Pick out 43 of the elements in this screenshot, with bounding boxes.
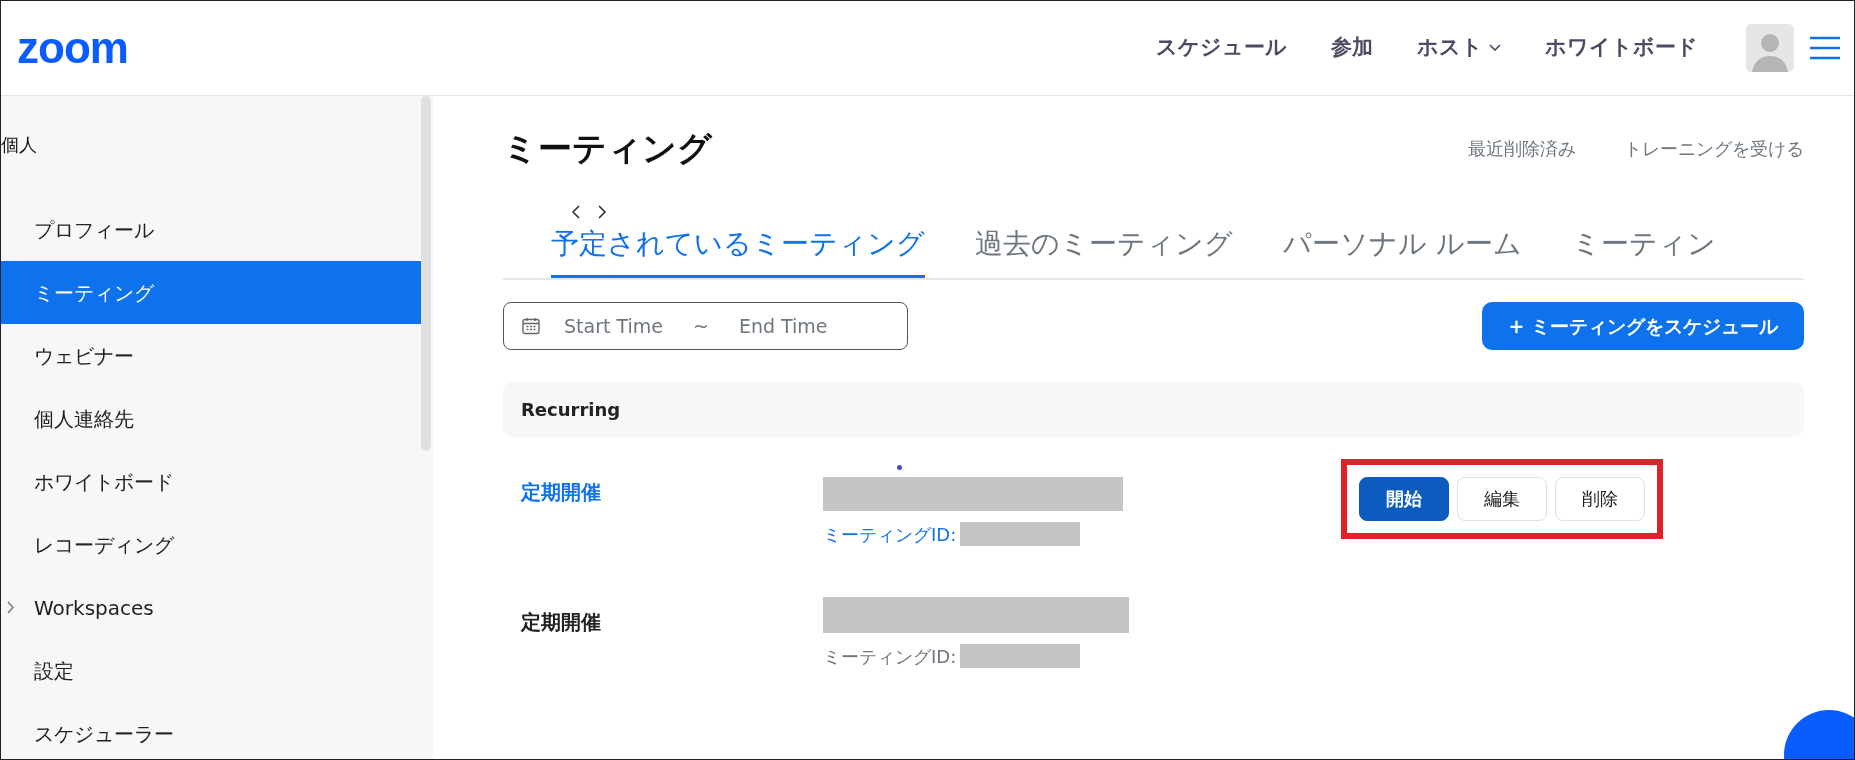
chevron-left-icon[interactable] [571, 204, 581, 219]
meeting-id-label[interactable]: ミーティングID: [823, 520, 957, 548]
section-heading: 個人 [1, 133, 38, 157]
nav-link[interactable]: 参加 [1309, 32, 1395, 64]
sidebar-item[interactable]: 個人連絡先 [1, 387, 421, 450]
action-button[interactable]: 編集 [1457, 476, 1547, 521]
action-button[interactable]: 開始 [1359, 476, 1449, 521]
chevron-right-icon [7, 601, 15, 614]
sidebar-item[interactable]: レコーディング [1, 513, 421, 576]
tab[interactable]: パーソナル ルーム [1283, 222, 1522, 278]
sidebar-item[interactable]: スケジューラー [1, 702, 421, 759]
tab[interactable]: 過去のミーティング [975, 222, 1233, 278]
sidebar-item[interactable]: ウェビナー [1, 324, 421, 387]
header-link[interactable]: 最近削除済み [1468, 134, 1576, 162]
range-separator: ~ [692, 313, 709, 339]
sidebar-item[interactable]: 設定 [1, 639, 421, 702]
action-button[interactable]: 削除 [1555, 476, 1645, 521]
group-header: Recurring [503, 381, 1804, 437]
tab[interactable]: ミーティン [1571, 222, 1716, 278]
nav-link[interactable]: スケジュール [1134, 32, 1309, 64]
chevron-down-icon [1489, 44, 1501, 52]
sidebar-item[interactable]: プロフィール [1, 198, 421, 261]
chevron-right-icon[interactable] [597, 204, 607, 219]
scrollbar[interactable] [421, 96, 431, 451]
nav-link[interactable]: ホワイトボード [1523, 32, 1720, 64]
calendar-icon [522, 316, 540, 335]
start-time-placeholder: Start Time [564, 313, 663, 339]
meeting-id-label: ミーティングID: [823, 644, 957, 669]
header-link[interactable]: トレーニングを受ける [1624, 134, 1804, 162]
meeting-title[interactable]: 定期開催 [503, 588, 823, 637]
dot-marker [897, 464, 902, 470]
sidebar-item[interactable]: ミーティング [1, 261, 421, 324]
nav-link[interactable]: ホスト [1395, 32, 1523, 64]
tab[interactable]: 予定されているミーティング [551, 222, 925, 278]
sidebar-item[interactable]: ホワイトボード [1, 450, 421, 513]
menu-icon[interactable] [1810, 36, 1840, 60]
end-time-placeholder: End Time [738, 313, 828, 339]
page-title: ミーティング [503, 128, 712, 169]
meeting-title[interactable]: 定期開催 [503, 458, 823, 507]
logo[interactable]: zoom [17, 26, 128, 70]
sidebar-item[interactable]: Workspaces [1, 576, 421, 639]
date-range-field[interactable]: Start Time ~ End Time [503, 301, 908, 350]
schedule-meeting-button[interactable]: + ミーティングをスケジュール [1482, 301, 1804, 350]
